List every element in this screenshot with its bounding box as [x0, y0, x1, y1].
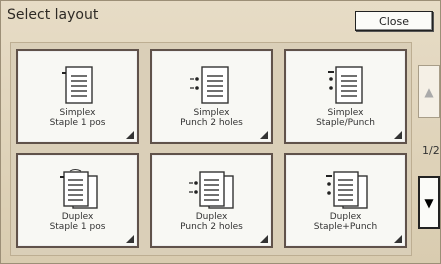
- close-button[interactable]: Close: [355, 11, 433, 31]
- layout-option-line2: Staple/Punch: [316, 118, 375, 128]
- corner-marker-icon: [126, 131, 134, 139]
- layout-option-label: Simplex Staple 1 pos: [18, 108, 137, 128]
- layout-grid: Simplex Staple 1 pos Simplex Punch 2 hol: [10, 42, 412, 256]
- select-layout-screen: Select layout Close Simplex Staple 1 pos: [0, 0, 441, 264]
- layout-option-label: Duplex Staple+Punch: [286, 212, 405, 232]
- layout-option-label: Duplex Punch 2 holes: [152, 212, 271, 232]
- simplex-staple-punch-icon: [327, 66, 363, 104]
- layout-option-simplex-punch[interactable]: Simplex Punch 2 holes: [150, 49, 273, 144]
- layout-option-line1: Duplex: [329, 212, 362, 222]
- duplex-staple-icon: [59, 169, 98, 209]
- layout-option-label: Simplex Staple/Punch: [286, 108, 405, 128]
- corner-marker-icon: [260, 235, 268, 243]
- simplex-punch-icon: [189, 66, 229, 104]
- triangle-down-icon: ▼: [424, 195, 434, 210]
- layout-option-line2: Staple+Punch: [313, 222, 378, 232]
- layout-option-line2: Staple 1 pos: [49, 118, 106, 128]
- layout-option-simplex-staple[interactable]: Simplex Staple 1 pos: [16, 49, 139, 144]
- layout-option-duplex-punch[interactable]: Duplex Punch 2 holes: [150, 153, 273, 248]
- layout-option-duplex-staple-punch[interactable]: Duplex Staple+Punch: [284, 153, 407, 248]
- simplex-staple-icon: [61, 66, 93, 104]
- page-indicator: 1/2: [422, 144, 440, 157]
- layout-option-line1: Simplex: [59, 108, 96, 118]
- layout-option-line2: Staple 1 pos: [49, 222, 106, 232]
- layout-option-line2: Punch 2 holes: [180, 222, 243, 232]
- corner-marker-icon: [260, 131, 268, 139]
- layout-option-simplex-staple-punch[interactable]: Simplex Staple/Punch: [284, 49, 407, 144]
- layout-option-line1: Duplex: [61, 212, 94, 222]
- corner-marker-icon: [394, 235, 402, 243]
- layout-option-label: Duplex Staple 1 pos: [18, 212, 137, 232]
- layout-option-line1: Simplex: [327, 108, 364, 118]
- corner-marker-icon: [394, 131, 402, 139]
- layout-option-line1: Simplex: [193, 108, 230, 118]
- triangle-up-icon: ▲: [424, 84, 434, 99]
- window-title: Select layout: [7, 7, 99, 23]
- duplex-staple-punch-icon: [325, 171, 368, 209]
- layout-option-line2: Punch 2 holes: [180, 118, 243, 128]
- layout-option-label: Simplex Punch 2 holes: [152, 108, 271, 128]
- duplex-punch-icon: [188, 171, 234, 209]
- layout-option-line1: Duplex: [195, 212, 228, 222]
- corner-marker-icon: [126, 235, 134, 243]
- layout-option-duplex-staple[interactable]: Duplex Staple 1 pos: [16, 153, 139, 248]
- scroll-down-button[interactable]: ▼: [418, 176, 440, 229]
- scroll-up-button[interactable]: ▲: [418, 65, 440, 118]
